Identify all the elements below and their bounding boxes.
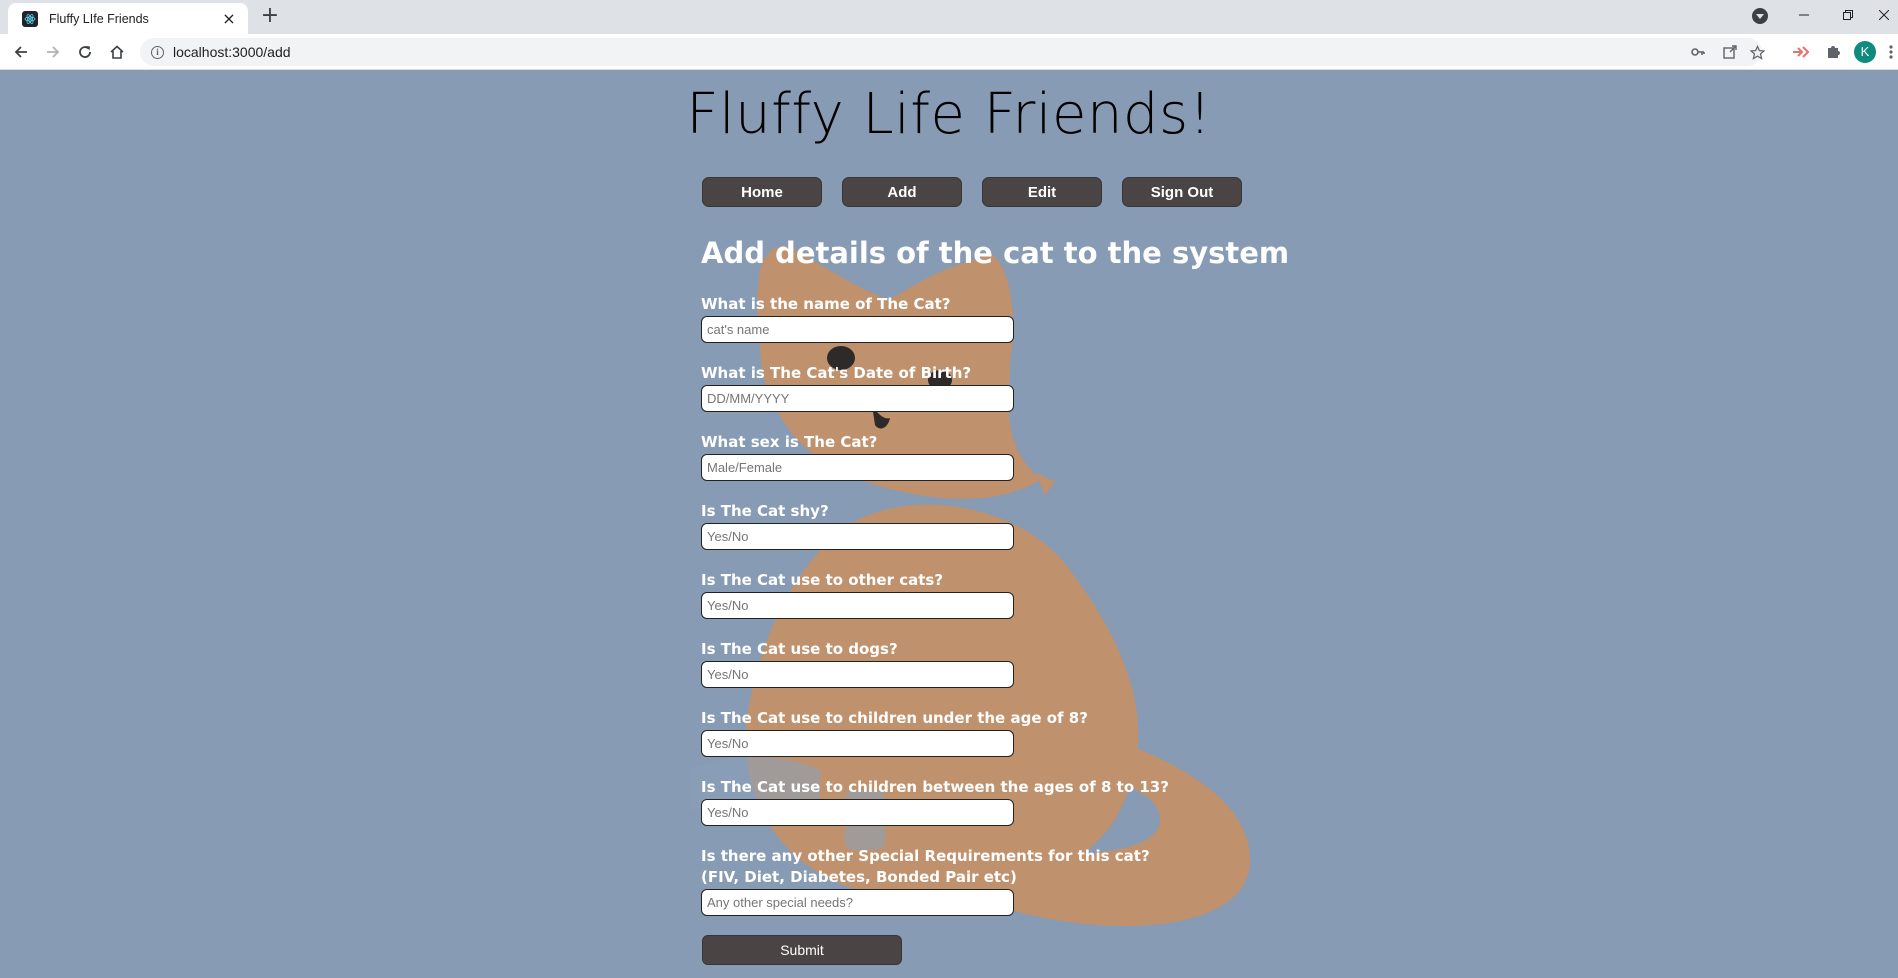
site-title: Fluffy Life Friends! <box>686 82 1212 147</box>
tab-search-icon[interactable] <box>1752 8 1768 24</box>
field-sex: What sex is The Cat? <box>701 432 1181 481</box>
menu-kebab-icon[interactable] <box>1884 39 1898 65</box>
back-icon[interactable] <box>8 39 34 65</box>
home-icon[interactable] <box>104 39 130 65</box>
field-dogs: Is The Cat use to dogs? <box>701 639 1181 688</box>
field-children-8-to-13: Is The Cat use to children between the a… <box>701 777 1181 826</box>
edit-button[interactable]: Edit <box>982 177 1102 207</box>
shy-input[interactable] <box>701 523 1014 550</box>
browser-tab[interactable]: Fluffy LIfe Friends × <box>8 3 248 34</box>
sex-input[interactable] <box>701 454 1014 481</box>
field-shy: Is The Cat shy? <box>701 501 1181 550</box>
children-under-8-input[interactable] <box>701 730 1014 757</box>
date-of-birth-input[interactable] <box>701 385 1014 412</box>
field-special-requirements: Is there any other Special Requirements … <box>701 846 1181 916</box>
field-children-under-8: Is The Cat use to children under the age… <box>701 708 1181 757</box>
add-button[interactable]: Add <box>842 177 962 207</box>
extension-arrow-icon[interactable] <box>1788 39 1814 65</box>
field-label: Is The Cat use to children between the a… <box>701 778 1169 796</box>
new-tab-icon[interactable]: + <box>258 5 282 29</box>
form-heading: Add details of the cat to the system <box>701 236 1290 270</box>
field-other-cats: Is The Cat use to other cats? <box>701 570 1181 619</box>
open-in-new-icon[interactable] <box>1722 45 1738 61</box>
forward-icon[interactable] <box>40 39 66 65</box>
key-icon[interactable] <box>1690 45 1706 61</box>
react-icon <box>22 10 38 27</box>
address-bar[interactable]: i localhost:3000/add <box>140 38 1766 66</box>
url-text[interactable]: localhost:3000/add <box>173 44 291 60</box>
restore-icon[interactable] <box>1826 0 1870 30</box>
minimize-icon[interactable] <box>1782 0 1826 30</box>
profile-avatar[interactable]: K <box>1854 41 1876 63</box>
field-label: What is The Cat's Date of Birth? <box>701 364 972 382</box>
children-8-to-13-input[interactable] <box>701 799 1014 826</box>
sign-out-button[interactable]: Sign Out <box>1122 177 1242 207</box>
home-button[interactable]: Home <box>702 177 822 207</box>
tab-title: Fluffy LIfe Friends <box>49 11 149 26</box>
extensions-puzzle-icon[interactable] <box>1820 39 1846 65</box>
browser-tabstrip: Fluffy LIfe Friends × + <box>0 0 1898 34</box>
bookmark-star-icon[interactable] <box>1748 44 1766 61</box>
field-label: What sex is The Cat? <box>701 433 878 451</box>
special-requirements-input[interactable] <box>701 889 1014 916</box>
browser-toolbar: i localhost:3000/add K <box>0 34 1898 70</box>
window-close-icon[interactable] <box>1870 0 1898 30</box>
field-label: Is The Cat use to other cats? <box>701 571 944 589</box>
field-label: Is there any other Special Requirements … <box>701 847 1150 886</box>
field-cat-name: What is the name of The Cat? <box>701 294 1181 343</box>
field-date-of-birth: What is The Cat's Date of Birth? <box>701 363 1181 412</box>
cat-name-input[interactable] <box>701 316 1014 343</box>
reload-icon[interactable] <box>72 39 98 65</box>
field-label: What is the name of The Cat? <box>701 295 951 313</box>
other-cats-input[interactable] <box>701 592 1014 619</box>
submit-button[interactable]: Submit <box>702 935 902 965</box>
field-label: Is The Cat use to children under the age… <box>701 709 1088 727</box>
field-label: Is The Cat shy? <box>701 502 829 520</box>
field-label: Is The Cat use to dogs? <box>701 640 898 658</box>
tab-close-icon[interactable]: × <box>220 10 238 27</box>
info-icon[interactable]: i <box>151 45 164 59</box>
main-nav: Home Add Edit Sign Out <box>702 177 1242 207</box>
dogs-input[interactable] <box>701 661 1014 688</box>
page-content: Fluffy Life Friends! Home Add Edit Sign … <box>0 70 1898 978</box>
